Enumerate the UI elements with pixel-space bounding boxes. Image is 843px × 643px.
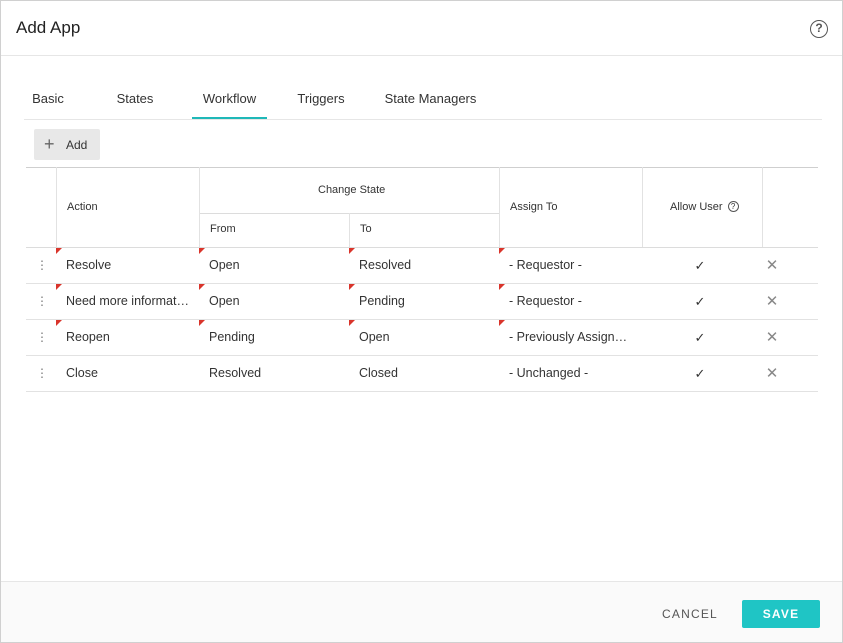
required-flag xyxy=(499,320,505,326)
cell-from[interactable]: Open xyxy=(209,284,345,319)
tab-states[interactable]: States xyxy=(108,79,162,119)
required-flag xyxy=(56,248,62,254)
header-change-state: Change State xyxy=(318,184,386,196)
cell-action[interactable]: Reopen xyxy=(66,320,194,355)
close-icon[interactable]: ✕ xyxy=(764,356,780,391)
required-flag xyxy=(349,248,355,254)
header-allow-user: Allow User ? xyxy=(670,201,739,213)
workflow-table: Action Change State From To Assign To Al… xyxy=(26,167,818,393)
table-row: ⋮ Reopen Pending Open - Previously Assig… xyxy=(26,320,818,356)
plus-icon: + xyxy=(44,134,55,154)
cell-action[interactable]: Resolve xyxy=(66,248,194,283)
header-assign-to: Assign To xyxy=(510,201,558,213)
cell-assign-to[interactable]: - Previously Assigned - xyxy=(509,320,633,355)
cell-to[interactable]: Closed xyxy=(359,356,495,391)
drag-handle-icon[interactable]: ⋮ xyxy=(36,248,48,283)
header-action: Action xyxy=(67,201,98,213)
check-icon[interactable]: ✓ xyxy=(693,356,707,391)
close-icon[interactable]: ✕ xyxy=(764,248,780,283)
close-icon[interactable]: ✕ xyxy=(764,320,780,355)
tab-basic[interactable]: Basic xyxy=(24,79,72,119)
required-flag xyxy=(199,320,205,326)
table-row: ⋮ Need more information Open Pending - R… xyxy=(26,284,818,320)
required-flag xyxy=(56,320,62,326)
cell-assign-to[interactable]: - Requestor - xyxy=(509,248,633,283)
tab-state-managers[interactable]: State Managers xyxy=(382,79,479,119)
cell-action[interactable]: Need more information xyxy=(66,284,190,319)
check-icon[interactable]: ✓ xyxy=(693,248,707,283)
required-flag xyxy=(56,284,62,290)
cell-to[interactable]: Open xyxy=(359,320,495,355)
tab-workflow[interactable]: Workflow xyxy=(192,79,267,119)
cancel-button[interactable]: CANCEL xyxy=(653,600,727,628)
required-flag xyxy=(199,284,205,290)
cell-from[interactable]: Pending xyxy=(209,320,345,355)
add-app-dialog: Add App ? Basic States Workflow Triggers… xyxy=(0,0,843,643)
cell-action[interactable]: Close xyxy=(66,356,194,391)
required-flag xyxy=(499,248,505,254)
question-circle-icon[interactable]: ? xyxy=(810,20,828,38)
table-row: ⋮ Close Resolved Closed - Unchanged - ✓ … xyxy=(26,356,818,392)
add-button-label: Add xyxy=(66,138,88,152)
close-icon[interactable]: ✕ xyxy=(764,284,780,319)
check-icon[interactable]: ✓ xyxy=(693,284,707,319)
header-to: To xyxy=(360,223,372,235)
required-flag xyxy=(349,320,355,326)
check-icon[interactable]: ✓ xyxy=(693,320,707,355)
required-flag xyxy=(499,284,505,290)
save-button[interactable]: SAVE xyxy=(742,600,820,628)
drag-handle-icon[interactable]: ⋮ xyxy=(36,356,48,391)
question-circle-icon[interactable]: ? xyxy=(727,201,739,212)
cell-assign-to[interactable]: - Requestor - xyxy=(509,284,633,319)
header-from: From xyxy=(210,223,236,235)
cell-to[interactable]: Resolved xyxy=(359,248,495,283)
dialog-footer: CANCEL SAVE xyxy=(1,581,842,642)
cell-to[interactable]: Pending xyxy=(359,284,495,319)
drag-handle-icon[interactable]: ⋮ xyxy=(36,284,48,319)
dialog-header: Add App ? xyxy=(1,1,842,56)
required-flag xyxy=(349,284,355,290)
dialog-title: Add App xyxy=(16,18,81,37)
add-button[interactable]: + Add xyxy=(34,129,100,160)
cell-from[interactable]: Open xyxy=(209,248,345,283)
tab-bar: Basic States Workflow Triggers State Man… xyxy=(24,79,822,120)
cell-from[interactable]: Resolved xyxy=(209,356,345,391)
table-row: ⋮ Resolve Open Resolved - Requestor - ✓ … xyxy=(26,248,818,284)
cell-assign-to[interactable]: - Unchanged - xyxy=(509,356,633,391)
drag-handle-icon[interactable]: ⋮ xyxy=(36,320,48,355)
required-flag xyxy=(199,248,205,254)
header-allow-user-label: Allow User xyxy=(670,201,723,213)
tab-triggers[interactable]: Triggers xyxy=(289,79,353,119)
